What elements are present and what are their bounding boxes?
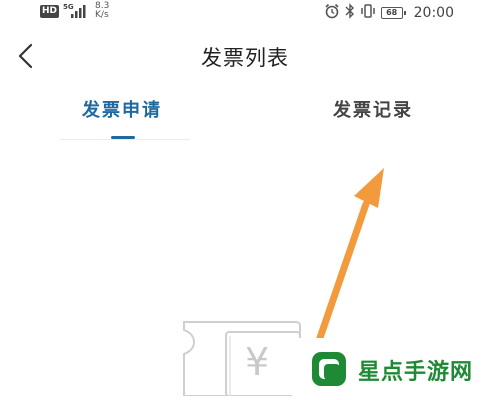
tab-divider: [60, 139, 190, 140]
alarm-icon: [324, 3, 340, 23]
tab-invoice-records[interactable]: 发票记录: [333, 96, 413, 122]
yen-symbol: ¥: [245, 340, 270, 384]
battery-icon: 68: [380, 7, 406, 19]
status-time: 20:00: [413, 5, 454, 21]
status-bar-right: 68 20:00: [324, 3, 454, 23]
tab-bar: 发票申请 发票记录: [0, 86, 490, 140]
watermark: 星点手游网: [292, 338, 490, 396]
invoice-icon: [178, 318, 308, 397]
status-bar-left: HD 5G 8.3 K/s: [40, 2, 109, 22]
watermark-text: 星点手游网: [358, 359, 474, 385]
hd-badge: HD: [40, 5, 60, 18]
network-speed: 8.3 K/s: [95, 2, 109, 20]
bluetooth-icon: [345, 3, 355, 23]
speed-unit: K/s: [95, 10, 109, 20]
nav-header: 发票列表: [0, 32, 490, 80]
vibrate-icon: [360, 3, 376, 23]
page-title: 发票列表: [201, 46, 289, 70]
watermark-logo-icon: [312, 352, 346, 386]
tab-invoice-apply[interactable]: 发票申请: [82, 96, 162, 122]
status-bar: HD 5G 8.3 K/s 68 20:00: [0, 0, 490, 26]
signal-icon: 5G: [63, 2, 89, 22]
